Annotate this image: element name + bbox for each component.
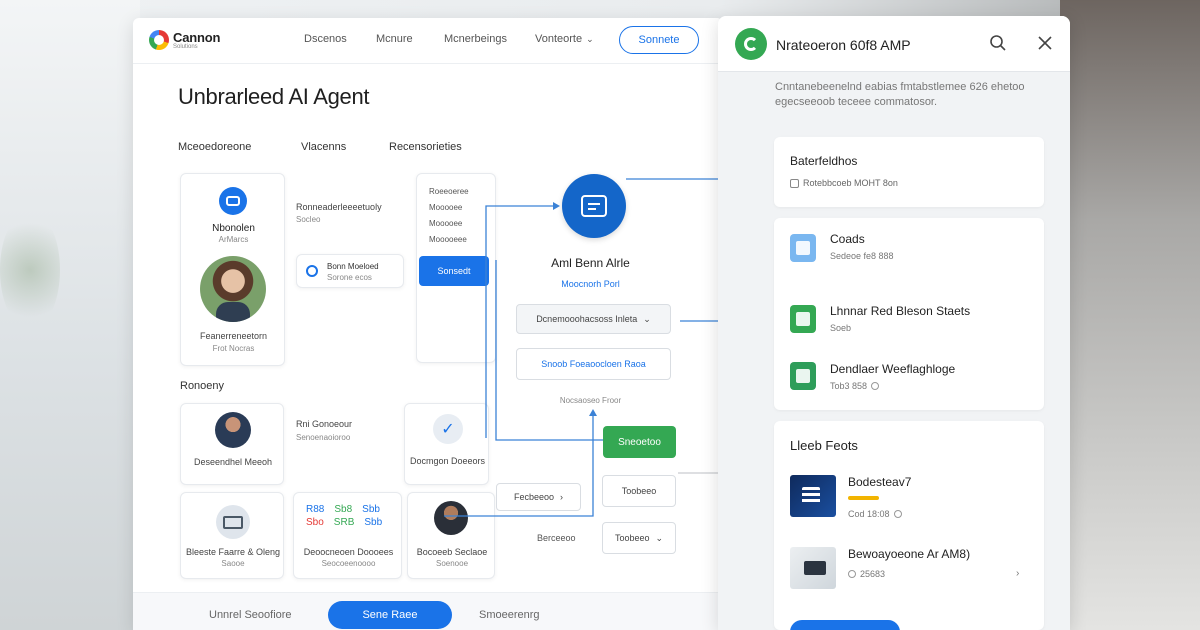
side-panel: Nrateoeron 60f8 AMP Cnntanebeenelnd eabi…	[718, 16, 1070, 630]
main-window: Cannon Solutions Dscenos Mcnure Mcnerbei…	[133, 18, 723, 630]
doc-title[interactable]: Dendlaer Weeflaghloge	[830, 362, 955, 376]
doc-title[interactable]: Coads	[830, 232, 865, 246]
clock-icon	[848, 570, 856, 578]
bottom-bar: Unnrel Seoofiore Sene Raee Smoeerenrg	[133, 592, 723, 630]
bottom-link-right[interactable]: Smoeerenrg	[479, 609, 540, 621]
background-plant	[0, 210, 60, 330]
tool-sub: 25683	[860, 569, 886, 579]
doc-sub: Soeb	[830, 323, 852, 333]
calendar-icon	[790, 178, 799, 188]
tool-sub: Cod 18:08	[848, 509, 890, 519]
sheet-icon	[790, 305, 816, 333]
side-panel-title: Nrateoeron 60f8 AMP	[776, 37, 911, 53]
doc-sub: Tob3 858	[830, 381, 868, 391]
flow-connectors	[444, 202, 603, 517]
search-icon[interactable]	[985, 30, 1011, 56]
clock-icon	[893, 510, 902, 518]
side-logo-icon	[735, 28, 767, 60]
web-tools-title: Lleeb Feots	[790, 438, 858, 453]
tool-title[interactable]: Bodesteav7	[848, 475, 911, 489]
summary-title: Baterfeldhos	[790, 154, 858, 168]
bottom-link-left[interactable]: Unnrel Seoofiore	[209, 609, 292, 621]
close-icon[interactable]	[1032, 30, 1058, 56]
side-card-summary[interactable]: Baterfeldhos Rotebbcoeb MOHT 8on	[774, 137, 1044, 207]
bottom-primary-button[interactable]: Sene Raee	[328, 601, 452, 629]
summary-sub: Rotebbcoeb MOHT 8on	[803, 178, 898, 188]
clock-icon	[871, 382, 880, 390]
tool-progress	[848, 496, 879, 500]
side-panel-header: Nrateoeron 60f8 AMP	[718, 16, 1070, 72]
chevron-right-icon[interactable]: ›	[1016, 568, 1019, 579]
sheet-icon	[790, 362, 816, 390]
side-panel-description: Cnntanebeenelnd eabias fmtabstlemee 626 …	[775, 81, 1025, 108]
background-right	[1060, 0, 1200, 630]
side-card-docs: Coads Sedeoe fe8 888 Lhnnar Red Bleson S…	[774, 218, 1044, 410]
doc-title[interactable]: Lhnnar Red Bleson Staets	[830, 304, 970, 318]
document-icon	[790, 234, 816, 262]
tool-thumbnail	[790, 475, 836, 517]
side-primary-button[interactable]	[790, 620, 900, 630]
doc-sub: Sedeoe fe8 888	[830, 251, 894, 261]
side-card-web-tools: Lleeb Feots Bodesteav7 Cod 18:08 Bewoayo…	[774, 421, 1044, 630]
tool-thumbnail	[790, 547, 836, 589]
tool-title[interactable]: Bewoayoeone Ar AM8)	[848, 547, 970, 561]
